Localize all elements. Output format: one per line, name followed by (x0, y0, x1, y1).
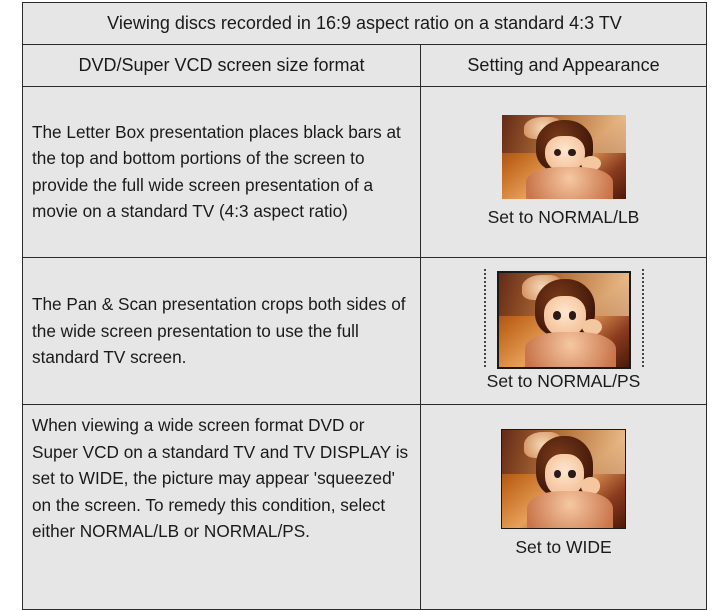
setting-column-header: Setting and Appearance (420, 44, 707, 88)
pan-scan-frame (483, 269, 644, 371)
wide-preview-image (501, 429, 626, 530)
aspect-ratio-table: Viewing discs recorded in 16:9 aspect ra… (22, 1, 707, 610)
table-row: When viewing a wide screen format DVD or… (22, 404, 707, 610)
table-title: Viewing discs recorded in 16:9 aspect ra… (22, 1, 707, 46)
wide-description: When viewing a wide screen format DVD or… (22, 404, 421, 610)
letterbox-setting-label: Set to NORMAL/LB (487, 207, 640, 228)
letterbox-setting-cell: Set to NORMAL/LB (420, 86, 707, 258)
pan-scan-description: The Pan & Scan presentation crops both s… (22, 256, 421, 406)
table-row: The Letter Box presentation places black… (22, 86, 707, 258)
format-column-header: DVD/Super VCD screen size format (22, 44, 421, 88)
wide-setting-cell: Set to WIDE (420, 404, 707, 610)
pan-scan-setting-label: Set to NORMAL/PS (486, 371, 641, 392)
pan-scan-preview-image (496, 271, 631, 370)
pan-scan-setting-cell: Set to NORMAL/PS (420, 256, 707, 406)
wide-setting-label: Set to WIDE (515, 537, 612, 558)
letterbox-preview-image (501, 115, 626, 200)
table-row: The Pan & Scan presentation crops both s… (22, 256, 707, 406)
letterbox-description: The Letter Box presentation places black… (22, 86, 421, 258)
